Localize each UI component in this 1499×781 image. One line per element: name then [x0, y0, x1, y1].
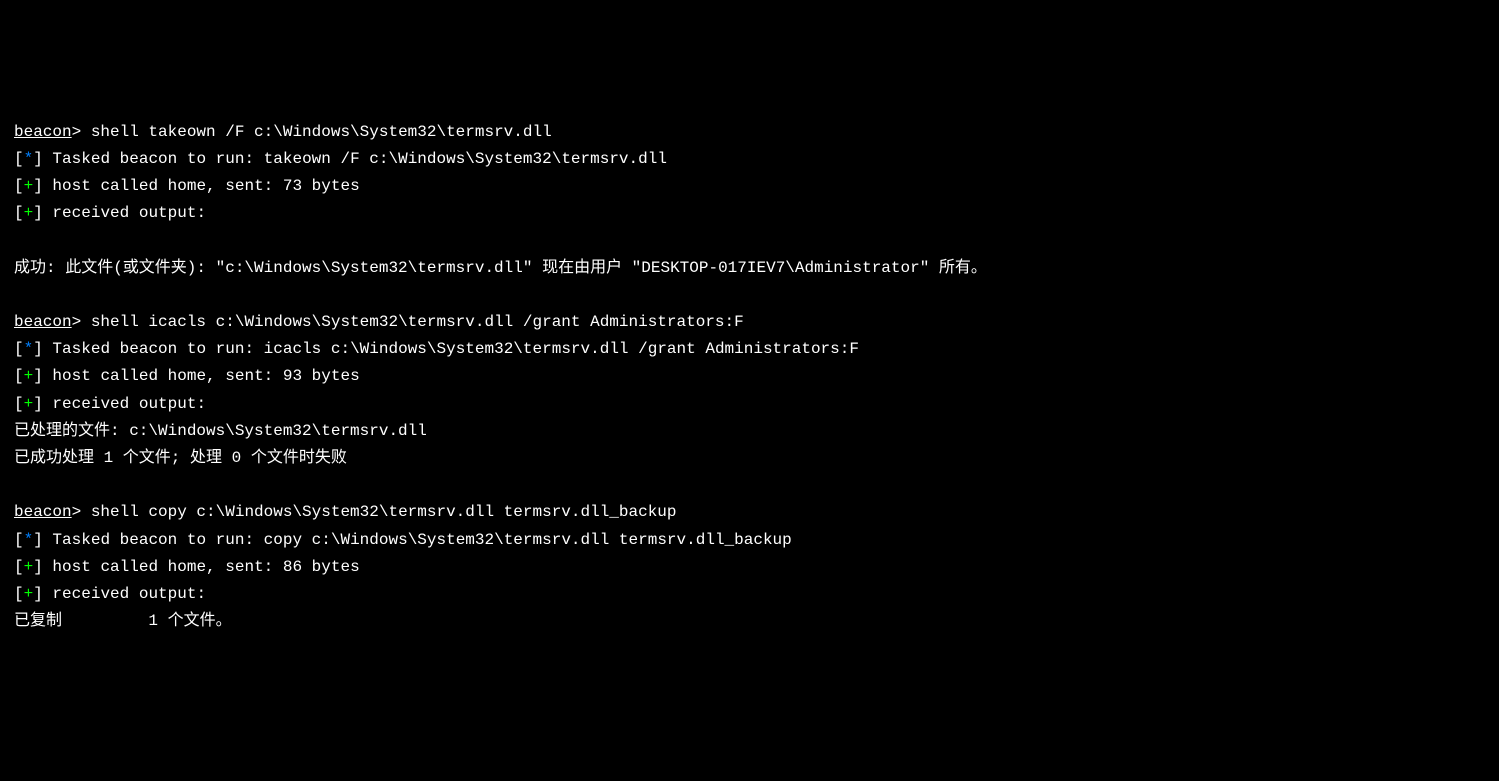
blank-line	[14, 472, 1485, 499]
command-line[interactable]: beacon> shell takeown /F c:\Windows\Syst…	[14, 119, 1485, 146]
host-text: host called home, sent: 73 bytes	[43, 177, 360, 195]
command-text: shell takeown /F c:\Windows\System32\ter…	[91, 123, 552, 141]
received-output-text: received output:	[43, 204, 206, 222]
beacon-prompt: beacon	[14, 313, 72, 331]
received-output-line: [+] received output:	[14, 581, 1485, 608]
beacon-prompt: beacon	[14, 123, 72, 141]
command-line[interactable]: beacon> shell copy c:\Windows\System32\t…	[14, 499, 1485, 526]
tasked-text: Tasked beacon to run: takeown /F c:\Wind…	[43, 150, 667, 168]
command-text: shell icacls c:\Windows\System32\termsrv…	[91, 313, 744, 331]
output-line: 已成功处理 1 个文件; 处理 0 个文件时失败	[14, 445, 1485, 472]
tasked-line: [*] Tasked beacon to run: takeown /F c:\…	[14, 146, 1485, 173]
host-line: [+] host called home, sent: 93 bytes	[14, 363, 1485, 390]
tasked-text: Tasked beacon to run: copy c:\Windows\Sy…	[43, 531, 792, 549]
output-line	[14, 228, 1485, 255]
host-line: [+] host called home, sent: 86 bytes	[14, 554, 1485, 581]
received-output-text: received output:	[43, 585, 206, 603]
prompt-separator: >	[72, 313, 91, 331]
host-text: host called home, sent: 93 bytes	[43, 367, 360, 385]
command-text: shell copy c:\Windows\System32\termsrv.d…	[91, 503, 677, 521]
host-text: host called home, sent: 86 bytes	[43, 558, 360, 576]
blank-line	[14, 282, 1485, 309]
output-line: 已处理的文件: c:\Windows\System32\termsrv.dll	[14, 418, 1485, 445]
received-output-line: [+] received output:	[14, 200, 1485, 227]
beacon-prompt: beacon	[14, 503, 72, 521]
output-line: 成功: 此文件(或文件夹): "c:\Windows\System32\term…	[14, 255, 1485, 282]
output-line: 已复制 1 个文件。	[14, 608, 1485, 635]
prompt-separator: >	[72, 503, 91, 521]
received-output-line: [+] received output:	[14, 391, 1485, 418]
tasked-line: [*] Tasked beacon to run: copy c:\Window…	[14, 527, 1485, 554]
tasked-text: Tasked beacon to run: icacls c:\Windows\…	[43, 340, 859, 358]
received-output-text: received output:	[43, 395, 206, 413]
command-line[interactable]: beacon> shell icacls c:\Windows\System32…	[14, 309, 1485, 336]
host-line: [+] host called home, sent: 73 bytes	[14, 173, 1485, 200]
tasked-line: [*] Tasked beacon to run: icacls c:\Wind…	[14, 336, 1485, 363]
terminal-output: beacon> shell takeown /F c:\Windows\Syst…	[14, 119, 1485, 636]
prompt-separator: >	[72, 123, 91, 141]
